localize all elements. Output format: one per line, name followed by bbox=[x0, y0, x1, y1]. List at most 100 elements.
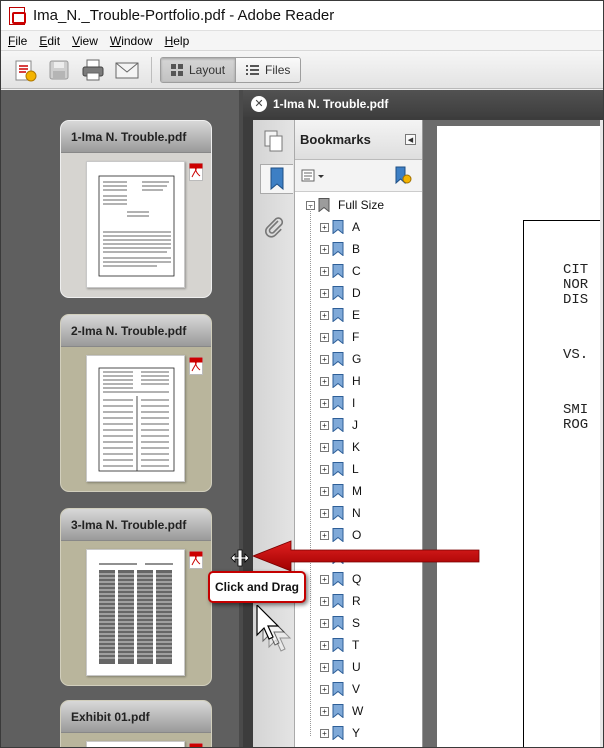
bookmark-item[interactable]: + M bbox=[320, 480, 362, 502]
collapse-panel-button[interactable]: ◀ bbox=[405, 134, 416, 145]
email-button[interactable] bbox=[113, 56, 141, 84]
expand-icon[interactable]: + bbox=[320, 464, 329, 474]
bookmark-item[interactable]: + I bbox=[320, 392, 355, 414]
window-title: Ima_N._Trouble-Portfolio.pdf - Adobe Rea… bbox=[33, 7, 335, 24]
expand-icon[interactable]: + bbox=[320, 266, 329, 276]
expand-icon[interactable]: + bbox=[320, 244, 329, 254]
grid-icon bbox=[171, 63, 183, 76]
bookmarks-panel-button[interactable] bbox=[260, 164, 293, 194]
pdf-file-icon bbox=[189, 163, 203, 181]
menu-window-rest: indow bbox=[121, 33, 153, 48]
annotation-arrow bbox=[251, 540, 480, 572]
menu-window[interactable]: Window bbox=[110, 34, 153, 48]
layout-view-button[interactable]: Layout bbox=[161, 57, 236, 82]
portfolio-file-card[interactable]: 3-Ima N. Trouble.pdf bbox=[60, 508, 212, 686]
pdf-file-icon bbox=[189, 357, 203, 375]
portfolio-file-card[interactable]: 2-Ima N. Trouble.pdf bbox=[60, 314, 212, 492]
bookmarks-title: Bookmarks bbox=[300, 132, 371, 147]
expand-icon[interactable]: + bbox=[320, 728, 329, 738]
bookmark-item[interactable]: + E bbox=[320, 304, 360, 326]
expand-icon[interactable]: + bbox=[320, 442, 329, 452]
bookmark-label: U bbox=[352, 660, 361, 674]
bookmark-item[interactable]: + U bbox=[320, 656, 361, 678]
page-text-line: SMI bbox=[563, 402, 589, 418]
bookmark-item[interactable]: + K bbox=[320, 436, 360, 458]
portfolio-file-card[interactable]: 1-Ima N. Trouble.pdf bbox=[60, 120, 212, 298]
bookmark-label: Full Size bbox=[338, 198, 385, 212]
expand-icon[interactable]: + bbox=[320, 354, 329, 364]
save-button[interactable] bbox=[45, 56, 73, 84]
bookmark-item[interactable]: + F bbox=[320, 326, 359, 348]
menu-help[interactable]: Help bbox=[165, 34, 190, 48]
expand-icon[interactable]: + bbox=[320, 596, 329, 606]
expand-icon[interactable]: + bbox=[320, 618, 329, 628]
bookmark-item[interactable]: + A bbox=[320, 216, 360, 238]
portfolio-file-card[interactable]: Exhibit 01.pdf bbox=[60, 700, 212, 747]
view-mode-group: Layout Files bbox=[160, 56, 302, 83]
bookmark-label: W bbox=[352, 704, 364, 718]
expand-icon[interactable]: + bbox=[320, 376, 329, 386]
bookmark-item[interactable]: + R bbox=[320, 590, 361, 612]
bookmarks-header: Bookmarks ◀ bbox=[295, 120, 422, 160]
expand-icon[interactable]: + bbox=[320, 398, 329, 408]
bookmark-icon bbox=[332, 616, 344, 630]
expand-icon[interactable]: + bbox=[320, 662, 329, 672]
bookmark-item[interactable]: + S bbox=[320, 612, 360, 634]
menu-view[interactable]: View bbox=[72, 34, 98, 48]
bookmark-root[interactable]: − Full Size bbox=[306, 194, 384, 216]
files-view-button[interactable]: Files bbox=[235, 57, 301, 82]
bookmark-item[interactable]: + D bbox=[320, 282, 361, 304]
expand-icon[interactable]: + bbox=[320, 332, 329, 342]
bookmark-item[interactable]: + J bbox=[320, 414, 358, 436]
bookmark-item[interactable]: + G bbox=[320, 348, 361, 370]
bookmark-item[interactable]: + L bbox=[320, 458, 359, 480]
expand-icon[interactable]: + bbox=[320, 574, 329, 584]
files-label: Files bbox=[265, 62, 291, 77]
menu-edit[interactable]: Edit bbox=[39, 34, 60, 48]
bookmark-item[interactable]: + V bbox=[320, 678, 360, 700]
bookmark-item[interactable]: + W bbox=[320, 700, 363, 722]
portfolio-pane: 1-Ima N. Trouble.pdf 2-Ima N. Trouble.pd… bbox=[1, 90, 239, 747]
expand-icon[interactable]: + bbox=[320, 310, 329, 320]
click-and-drag-callout: Click and Drag bbox=[208, 571, 306, 603]
bookmark-label: J bbox=[352, 418, 358, 432]
bookmark-item[interactable]: + H bbox=[320, 370, 361, 392]
new-bookmark-icon[interactable] bbox=[394, 166, 412, 186]
bookmark-item[interactable]: + B bbox=[320, 238, 360, 260]
bookmark-label: K bbox=[352, 440, 361, 454]
vertical-scrollbar[interactable] bbox=[600, 120, 603, 747]
expand-icon[interactable]: + bbox=[320, 486, 329, 496]
document-tab: ✕ 1-Ima N. Trouble.pdf bbox=[243, 90, 603, 117]
mouse-pointer-icon bbox=[256, 605, 292, 652]
attachments-panel-button[interactable] bbox=[260, 212, 288, 242]
bookmark-item[interactable]: + N bbox=[320, 502, 361, 524]
bookmark-icon bbox=[332, 572, 344, 586]
page-text-line: VS. bbox=[563, 347, 589, 363]
menu-bar: File Edit View Window Help bbox=[1, 31, 603, 51]
close-icon[interactable]: ✕ bbox=[251, 95, 267, 112]
bookmarks-toolbar bbox=[295, 160, 422, 192]
expand-icon[interactable]: + bbox=[320, 640, 329, 650]
expand-icon[interactable]: + bbox=[320, 706, 329, 716]
bookmark-label: M bbox=[352, 484, 362, 498]
bookmark-item[interactable]: + T bbox=[320, 634, 359, 656]
expand-icon[interactable]: + bbox=[320, 684, 329, 694]
expand-icon[interactable]: + bbox=[320, 222, 329, 232]
menu-file[interactable]: File bbox=[8, 34, 27, 48]
bookmark-item[interactable]: + Y bbox=[320, 722, 360, 744]
expand-icon[interactable]: + bbox=[320, 420, 329, 430]
create-pdf-button[interactable] bbox=[11, 56, 39, 84]
document-tab-title: 1-Ima N. Trouble.pdf bbox=[273, 96, 389, 111]
bookmark-label: B bbox=[352, 242, 361, 256]
bookmark-item[interactable]: + C bbox=[320, 260, 361, 282]
bookmark-label: I bbox=[352, 396, 356, 410]
pages-panel-button[interactable] bbox=[260, 126, 288, 156]
bookmark-label: Q bbox=[352, 572, 362, 586]
options-menu-icon[interactable] bbox=[301, 168, 325, 184]
expand-icon[interactable]: + bbox=[320, 508, 329, 518]
file-name: Exhibit 01.pdf bbox=[61, 701, 211, 733]
bookmark-icon bbox=[332, 594, 344, 608]
adobe-reader-window: Ima_N._Trouble-Portfolio.pdf - Adobe Rea… bbox=[0, 0, 604, 748]
expand-icon[interactable]: + bbox=[320, 288, 329, 298]
print-button[interactable] bbox=[79, 56, 107, 84]
